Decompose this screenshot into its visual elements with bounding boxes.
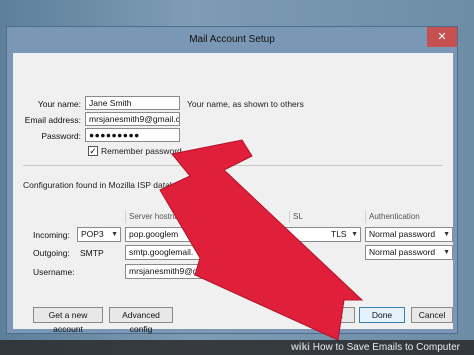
username-label: Username:: [33, 267, 75, 277]
footer-brand: wiki: [291, 342, 310, 353]
incoming-protocol-select[interactable]: POP3 ▼: [77, 227, 121, 242]
ssl-header: SL: [289, 211, 319, 223]
incoming-ssl-value: TLS: [331, 229, 347, 239]
your-name-input[interactable]: Jane Smith: [85, 96, 180, 110]
password-input[interactable]: ●●●●●●●●●: [85, 128, 180, 142]
divider: [23, 165, 443, 166]
outgoing-auth-select[interactable]: Normal password ▼: [365, 245, 453, 260]
outgoing-protocol: SMTP: [80, 248, 104, 258]
outgoing-label: Outgoing:: [33, 248, 70, 258]
outgoing-server-value: smtp.googlemail.: [129, 247, 194, 257]
get-new-account-button[interactable]: Get a new account: [33, 307, 103, 334]
chevron-down-icon: ▼: [351, 231, 358, 238]
dialog-client-area: Your name: Jane Smith Your name, as show…: [13, 53, 453, 334]
incoming-server-input[interactable]: pop.googlem: [125, 227, 239, 242]
password-label: Password:: [41, 131, 81, 141]
mail-account-setup-dialog: Mail Account Setup ✕ Your name: Jane Smi…: [6, 26, 458, 334]
chevron-down-icon: ▼: [443, 231, 450, 238]
remember-password-label: Remember password: [101, 146, 182, 156]
retest-button[interactable]: Re-test: [303, 307, 355, 323]
incoming-label: Incoming:: [33, 230, 70, 240]
incoming-auth-value: Normal password: [369, 229, 436, 239]
authentication-header: Authentication: [365, 211, 445, 223]
email-input[interactable]: mrsjanesmith9@gmail.com: [85, 112, 180, 126]
server-settings-grid: Server hostnam Po SL Authentication Inco…: [33, 211, 453, 305]
email-label: Email address:: [24, 115, 81, 125]
cancel-button[interactable]: Cancel: [411, 307, 453, 323]
advanced-config-button[interactable]: Advanced config: [109, 307, 173, 334]
outgoing-auth-value: Normal password: [369, 247, 436, 257]
footer-caption: wiki How to Save Emails to Computer: [291, 341, 460, 354]
remember-password-checkbox[interactable]: ✓: [88, 146, 98, 156]
server-hostname-header: Server hostnam: [125, 211, 189, 223]
port-header: Po: [243, 211, 273, 223]
chevron-down-icon: ▼: [111, 231, 118, 238]
outgoing-server-select[interactable]: smtp.googlemail.: [125, 245, 239, 260]
incoming-protocol-value: POP3: [81, 229, 104, 239]
username-input[interactable]: mrsjanesmith9@gmail.com: [125, 264, 239, 279]
chevron-down-icon: ▼: [443, 249, 450, 256]
incoming-port-input[interactable]: 99: [243, 227, 263, 242]
footer-title: How to Save Emails to Computer: [312, 342, 460, 353]
close-button[interactable]: ✕: [427, 27, 457, 47]
your-name-label: Your name:: [37, 99, 81, 109]
incoming-auth-select[interactable]: Normal password ▼: [365, 227, 453, 242]
your-name-hint: Your name, as shown to others: [187, 99, 304, 109]
config-found-text: Configuration found in Mozilla ISP datab…: [23, 180, 189, 190]
wikihow-footer: wiki How to Save Emails to Computer: [0, 340, 474, 355]
done-button[interactable]: Done: [359, 307, 405, 323]
window-title: Mail Account Setup: [7, 27, 457, 53]
incoming-ssl-select[interactable]: TLS ▼: [267, 227, 361, 242]
